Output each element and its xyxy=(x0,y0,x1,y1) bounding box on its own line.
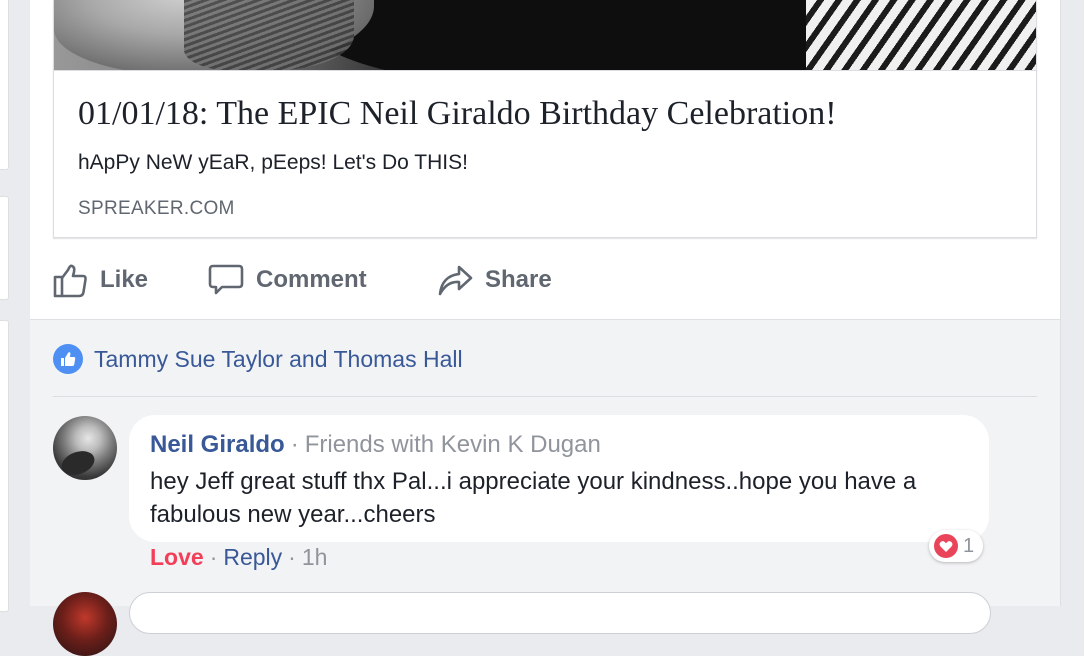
like-button[interactable]: Like xyxy=(52,260,148,300)
comment-header: Neil Giraldo · Friends with Kevin K Dugan xyxy=(150,431,601,459)
friends-context: Friends with Kevin K Dugan xyxy=(304,431,601,458)
share-icon xyxy=(437,262,473,298)
comment-actions: Love · Reply · 1h xyxy=(150,544,327,571)
reactions-divider xyxy=(53,396,1037,397)
left-panel-edge xyxy=(0,320,9,612)
like-badge-icon xyxy=(53,344,83,374)
comment-bubble: Neil Giraldo · Friends with Kevin K Dugan … xyxy=(129,415,989,542)
comment-timestamp[interactable]: 1h xyxy=(302,544,328,570)
avatar[interactable] xyxy=(53,416,117,480)
comment-icon xyxy=(208,262,244,298)
left-panel-edge xyxy=(0,196,9,300)
left-panel-edge xyxy=(0,0,9,170)
preview-title[interactable]: 01/01/18: The EPIC Neil Giraldo Birthday… xyxy=(78,95,837,133)
comments-section: Tammy Sue Taylor and Thomas Hall Neil Gi… xyxy=(30,320,1060,656)
likers-link[interactable]: Tammy Sue Taylor and Thomas Hall xyxy=(94,346,463,373)
preview-description: hApPy NeW yEaR, pEeps! Let's Do THIS! xyxy=(78,151,468,174)
comment-reaction-count[interactable]: 1 xyxy=(929,530,984,562)
preview-image[interactable] xyxy=(54,0,1036,71)
post-actions: Like Comment Share xyxy=(30,248,1060,318)
comment-author[interactable]: Neil Giraldo xyxy=(150,431,285,458)
reaction-count: 1 xyxy=(963,534,975,557)
separator-dot: · xyxy=(288,544,296,570)
reactions-summary[interactable]: Tammy Sue Taylor and Thomas Hall xyxy=(53,342,463,376)
comment-label: Comment xyxy=(256,266,367,293)
current-user-avatar xyxy=(53,592,117,656)
like-label: Like xyxy=(100,266,149,293)
comment-button[interactable]: Comment xyxy=(208,260,367,300)
heart-icon xyxy=(934,534,958,558)
separator-dot: · xyxy=(209,544,218,570)
link-preview[interactable]: 01/01/18: The EPIC Neil Giraldo Birthday… xyxy=(53,0,1037,238)
left-column-edge xyxy=(0,0,10,612)
share-label: Share xyxy=(485,266,552,293)
preview-domain: SPREAKER.COM xyxy=(78,198,235,219)
love-button[interactable]: Love xyxy=(150,544,204,570)
comment-text: hey Jeff great stuff thx Pal...i appreci… xyxy=(150,468,917,528)
reply-button[interactable]: Reply xyxy=(223,544,282,570)
share-button[interactable]: Share xyxy=(437,260,552,300)
thumbs-up-icon xyxy=(52,262,88,298)
header-separator: · xyxy=(290,431,299,458)
post-card: 01/01/18: The EPIC Neil Giraldo Birthday… xyxy=(30,0,1061,656)
reply-input[interactable] xyxy=(129,592,991,634)
